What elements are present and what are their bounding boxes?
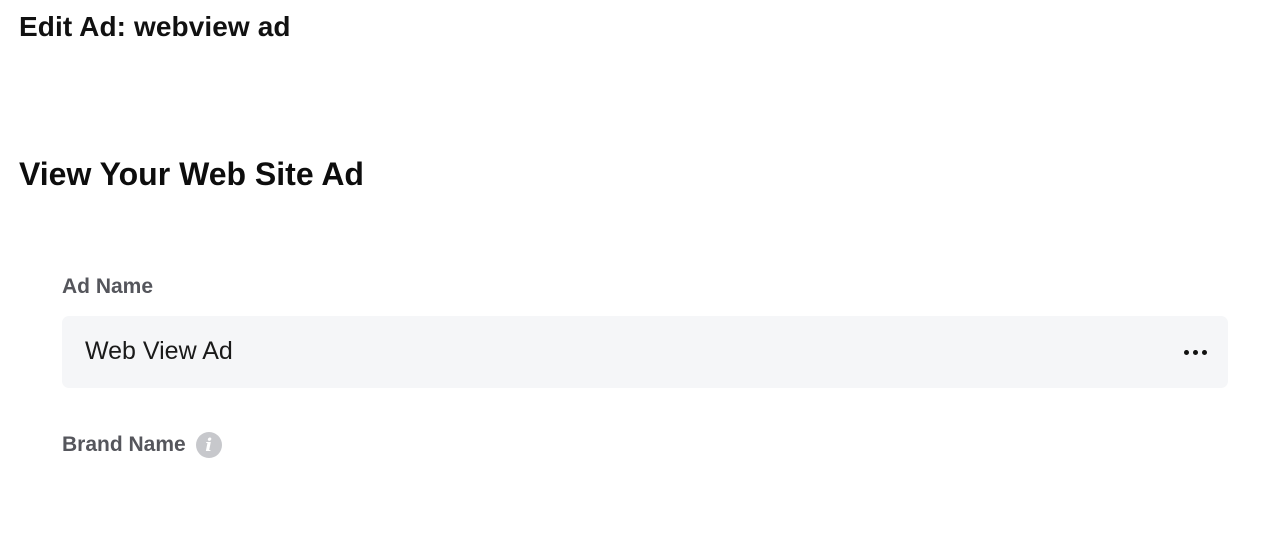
brand-name-label: Brand Name i xyxy=(62,432,222,458)
edit-ad-page: Edit Ad: webview ad View Your Web Site A… xyxy=(0,0,1276,558)
more-horizontal-icon xyxy=(1201,349,1207,355)
more-options-button[interactable] xyxy=(1180,338,1210,366)
more-horizontal-icon xyxy=(1183,349,1189,355)
ad-name-value[interactable]: Web View Ad xyxy=(85,337,233,366)
ad-name-label: Ad Name xyxy=(62,275,153,299)
ad-name-field[interactable]: Web View Ad xyxy=(62,316,1228,388)
info-icon[interactable]: i xyxy=(195,432,222,458)
brand-name-label-text: Brand Name xyxy=(62,433,186,456)
section-title: View Your Web Site Ad xyxy=(19,156,364,192)
ad-name-label-text: Ad Name xyxy=(62,275,154,298)
more-horizontal-icon xyxy=(1192,349,1198,355)
page-title: Edit Ad: webview ad xyxy=(19,11,291,42)
